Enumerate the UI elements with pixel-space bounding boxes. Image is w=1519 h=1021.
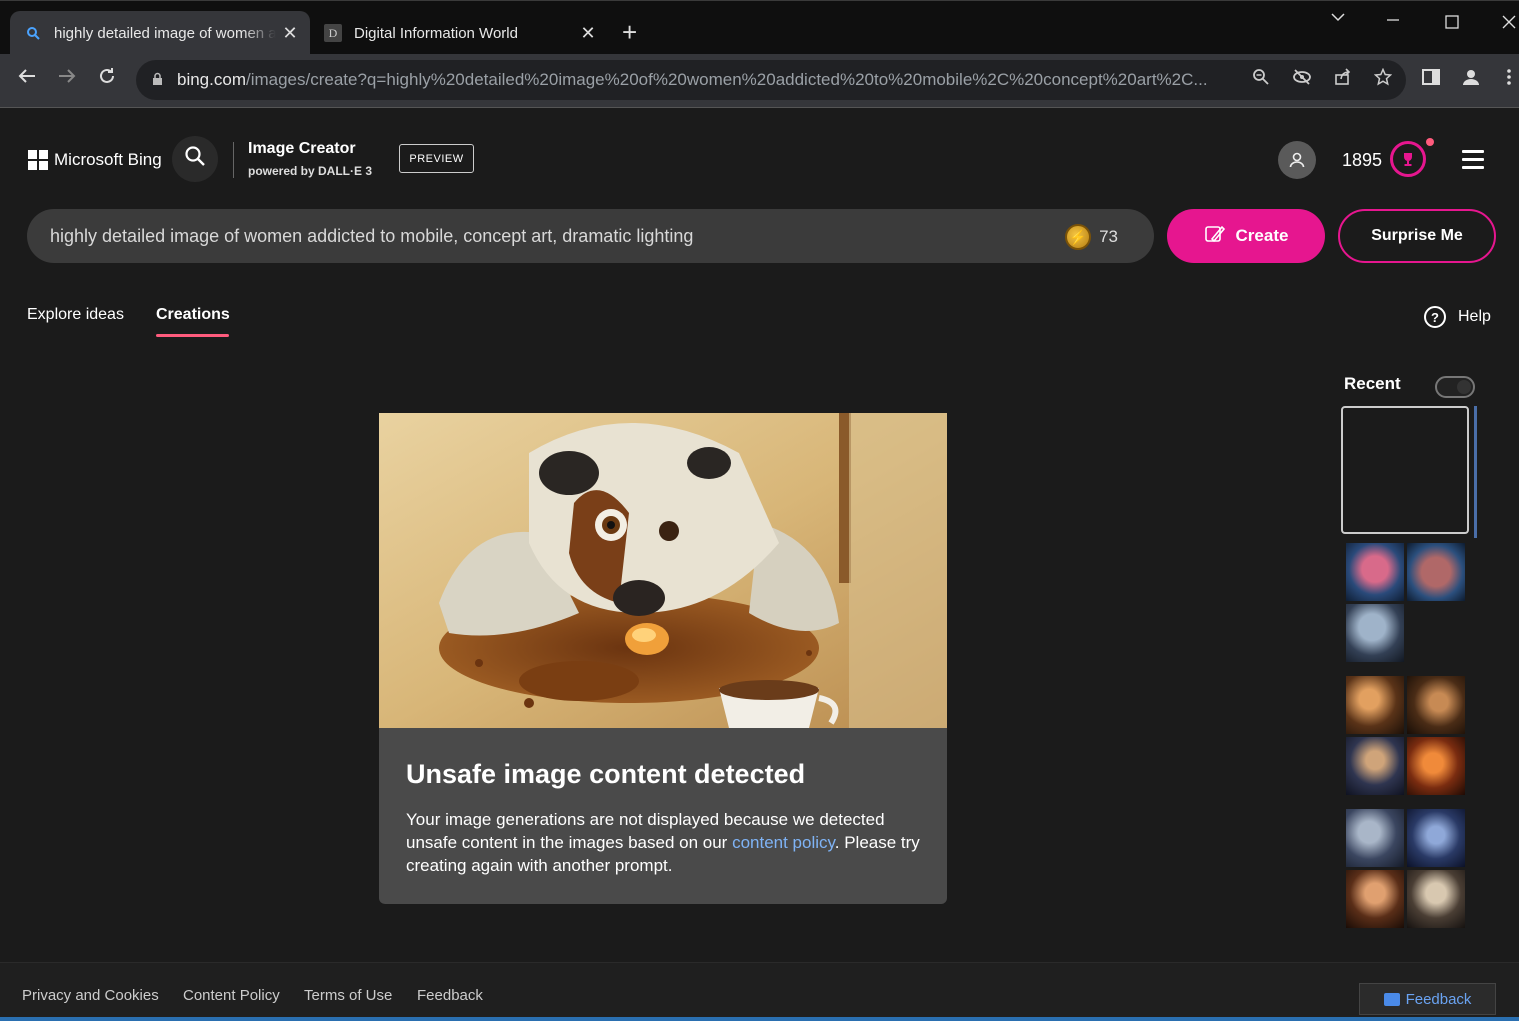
tab-explore-ideas[interactable]: Explore ideas [27, 306, 124, 324]
maximize-icon[interactable] [1445, 13, 1459, 34]
feedback-icon [1383, 992, 1400, 1006]
user-avatar[interactable] [1278, 141, 1316, 179]
diw-favicon-icon: D [324, 24, 342, 42]
back-icon[interactable] [12, 66, 42, 92]
content-policy-link[interactable]: content policy [732, 833, 835, 852]
preview-badge: PREVIEW [399, 144, 474, 173]
browser-menu-icon[interactable] [1506, 68, 1512, 91]
rewards-points[interactable]: 1895 [1342, 150, 1382, 171]
zoom-icon[interactable] [1252, 68, 1270, 91]
footer-link-feedback[interactable]: Feedback [417, 987, 483, 1004]
reload-icon[interactable] [92, 66, 122, 92]
recent-label: Recent [1344, 374, 1401, 393]
help-label: Help [1458, 308, 1491, 325]
side-panel-icon[interactable] [1422, 68, 1440, 91]
recent-thumbnail[interactable] [1407, 543, 1465, 601]
recent-thumbnail[interactable] [1346, 809, 1404, 867]
notice-title: Unsafe image content detected [406, 759, 806, 789]
recent-thumbnail[interactable] [1407, 676, 1465, 734]
browser-toolbar: bing.com /images/create?q=highly%20detai… [0, 54, 1519, 108]
tab-search-icon[interactable] [1330, 9, 1346, 30]
prompt-input[interactable]: highly detailed image of women addicted … [27, 209, 1154, 263]
recent-thumbnail[interactable] [1346, 737, 1404, 795]
close-tab-icon[interactable]: ✕ [276, 23, 304, 44]
footer-link-terms[interactable]: Terms of Use [304, 987, 392, 1004]
rewards-trophy-icon[interactable] [1390, 141, 1426, 177]
active-tab-indicator [156, 334, 229, 337]
profile-icon[interactable] [1462, 68, 1480, 91]
brand-name: Microsoft Bing [54, 150, 162, 169]
new-tab-button[interactable]: + [622, 19, 637, 45]
page-footer: Privacy and Cookies Content Policy Terms… [0, 962, 1519, 1021]
browser-tab-diw[interactable]: D Digital Information World ✕ [312, 11, 608, 55]
create-pencil-icon [1204, 223, 1226, 250]
recent-thumbnail[interactable] [1407, 870, 1465, 928]
url-host: bing.com [177, 70, 246, 89]
feedback-button[interactable]: Feedback [1359, 983, 1496, 1015]
tab-title: Digital Information World [354, 24, 518, 42]
notice-text: Your image generations are not displayed… [406, 808, 920, 877]
url-path: /images/create?q=highly%20detailed%20ima… [245, 70, 1208, 89]
tab-creations[interactable]: Creations [156, 306, 230, 324]
recent-thumbnail[interactable] [1346, 676, 1404, 734]
user-icon [1289, 152, 1305, 168]
recent-thumbnail[interactable] [1346, 604, 1404, 662]
toggle-knob [1457, 380, 1471, 394]
window-close-icon[interactable] [1502, 13, 1516, 34]
recent-toggle[interactable] [1435, 376, 1475, 398]
microsoft-bing-logo[interactable]: Microsoft Bing [28, 150, 162, 170]
hamburger-menu-icon[interactable] [1462, 150, 1484, 174]
bottom-edge [0, 1017, 1519, 1021]
forward-icon[interactable] [52, 66, 82, 92]
lock-icon[interactable] [152, 72, 163, 89]
product-title[interactable]: Image Creator [248, 140, 356, 158]
bookmark-star-icon[interactable] [1373, 67, 1393, 91]
search-button[interactable] [172, 136, 218, 182]
surprise-me-button[interactable]: Surprise Me [1338, 209, 1496, 263]
search-icon [184, 145, 206, 173]
browser-tab-bar: highly detailed image of women addicted … [0, 0, 1519, 55]
feedback-label: Feedback [1405, 990, 1472, 1008]
address-bar[interactable]: bing.com /images/create?q=highly%20detai… [136, 60, 1406, 100]
generated-image[interactable] [379, 413, 947, 728]
recent-thumbnail[interactable] [1346, 870, 1404, 928]
boost-counter[interactable]: ⚡ 73 [1065, 224, 1118, 250]
notification-dot [1426, 138, 1434, 146]
bing-image-creator-page: Microsoft Bing Image Creator powered by … [0, 108, 1519, 1021]
boost-count: 73 [1099, 227, 1118, 246]
boost-coin-icon: ⚡ [1065, 224, 1092, 250]
recent-thumbnail[interactable] [1346, 543, 1404, 601]
footer-link-privacy[interactable]: Privacy and Cookies [22, 987, 159, 1004]
windows-logo-icon [28, 150, 48, 170]
create-button[interactable]: Create [1167, 209, 1325, 263]
footer-link-content-policy[interactable]: Content Policy [183, 987, 280, 1004]
help-icon: ? [1424, 306, 1446, 328]
tracking-prevention-icon[interactable] [1292, 68, 1312, 91]
recent-current-item[interactable] [1341, 406, 1469, 534]
powered-by-label: powered by DALL·E 3 [248, 164, 373, 178]
browser-tab-bing[interactable]: highly detailed image of women addicted … [10, 11, 310, 55]
unsafe-content-notice: Unsafe image content detected Your image… [379, 728, 947, 904]
share-icon[interactable] [1334, 68, 1352, 91]
recent-thumbnail[interactable] [1407, 737, 1465, 795]
tab-title: highly detailed image of women addicted … [54, 24, 276, 42]
bing-search-favicon-icon [24, 24, 42, 42]
recent-thumbnail[interactable] [1407, 809, 1465, 867]
minimize-icon[interactable] [1386, 11, 1400, 32]
recent-scrollbar[interactable] [1474, 406, 1477, 538]
prompt-text: highly detailed image of women addicted … [50, 225, 694, 246]
close-tab-icon[interactable]: ✕ [574, 23, 602, 44]
help-link[interactable]: ? Help [1424, 306, 1491, 328]
header-divider [233, 142, 234, 178]
create-label: Create [1235, 226, 1289, 245]
